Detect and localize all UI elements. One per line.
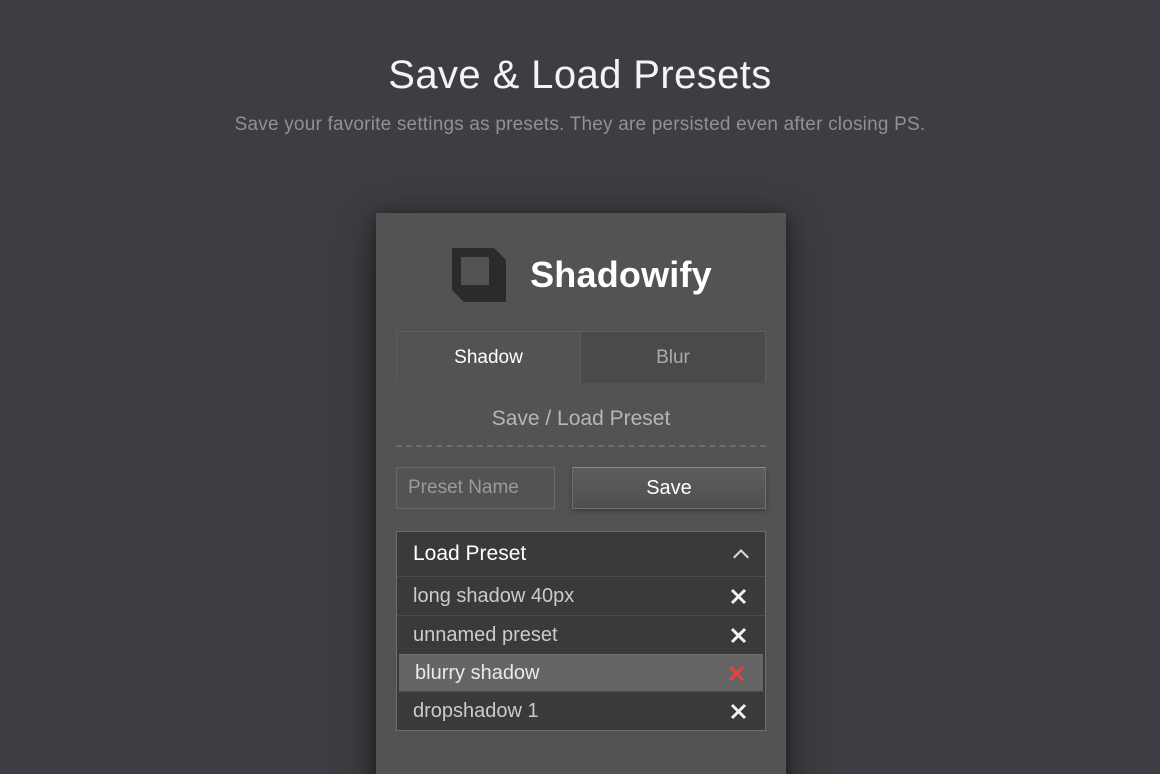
shadowify-panel: Shadowify Shadow Blur Save / Load Preset… xyxy=(376,213,786,774)
section-title-save-load-preset: Save / Load Preset xyxy=(491,407,671,430)
list-item[interactable]: blurry shadow xyxy=(399,654,763,691)
shadowify-logo-icon xyxy=(452,248,507,302)
brand-name: Shadowify xyxy=(530,254,712,295)
panel-brand: Shadowify xyxy=(376,213,786,331)
save-preset-row: Save xyxy=(396,467,766,509)
chevron-up-icon[interactable] xyxy=(731,544,751,564)
preset-item-label: blurry shadow xyxy=(415,661,540,684)
page-subtitle: Save your favorite settings as presets. … xyxy=(234,114,926,135)
preset-item-label: dropshadow 1 xyxy=(413,699,539,722)
list-item[interactable]: unnamed preset xyxy=(397,615,765,654)
close-x-icon[interactable] xyxy=(728,701,749,722)
close-x-icon[interactable] xyxy=(728,625,749,646)
close-x-icon[interactable] xyxy=(726,663,747,684)
save-button[interactable]: Save xyxy=(572,467,766,509)
page-header: Save & Load Presets Save your favorite s… xyxy=(0,0,1160,136)
list-item[interactable]: dropshadow 1 xyxy=(397,691,765,730)
section-divider xyxy=(396,445,766,447)
panel-tabs: Shadow Blur xyxy=(396,331,766,383)
tab-shadow[interactable]: Shadow xyxy=(396,331,581,383)
tab-blur[interactable]: Blur xyxy=(581,331,766,383)
load-preset-label: Load Preset xyxy=(413,542,527,565)
preset-item-label: unnamed preset xyxy=(413,623,558,646)
close-x-icon[interactable] xyxy=(728,586,749,607)
preset-name-input[interactable] xyxy=(396,467,555,509)
load-preset-dropdown: Load Preset long shadow 40px unnamed pre… xyxy=(396,531,766,731)
preset-item-label: long shadow 40px xyxy=(413,584,575,607)
plugin-panel-wrapper: Shadowify Shadow Blur Save / Load Preset… xyxy=(376,213,786,774)
list-item[interactable]: long shadow 40px xyxy=(397,576,765,615)
load-preset-dropdown-header[interactable]: Load Preset xyxy=(397,532,765,576)
page-title: Save & Load Presets xyxy=(388,53,772,97)
preset-list: long shadow 40px unnamed preset blurry s… xyxy=(397,576,765,730)
